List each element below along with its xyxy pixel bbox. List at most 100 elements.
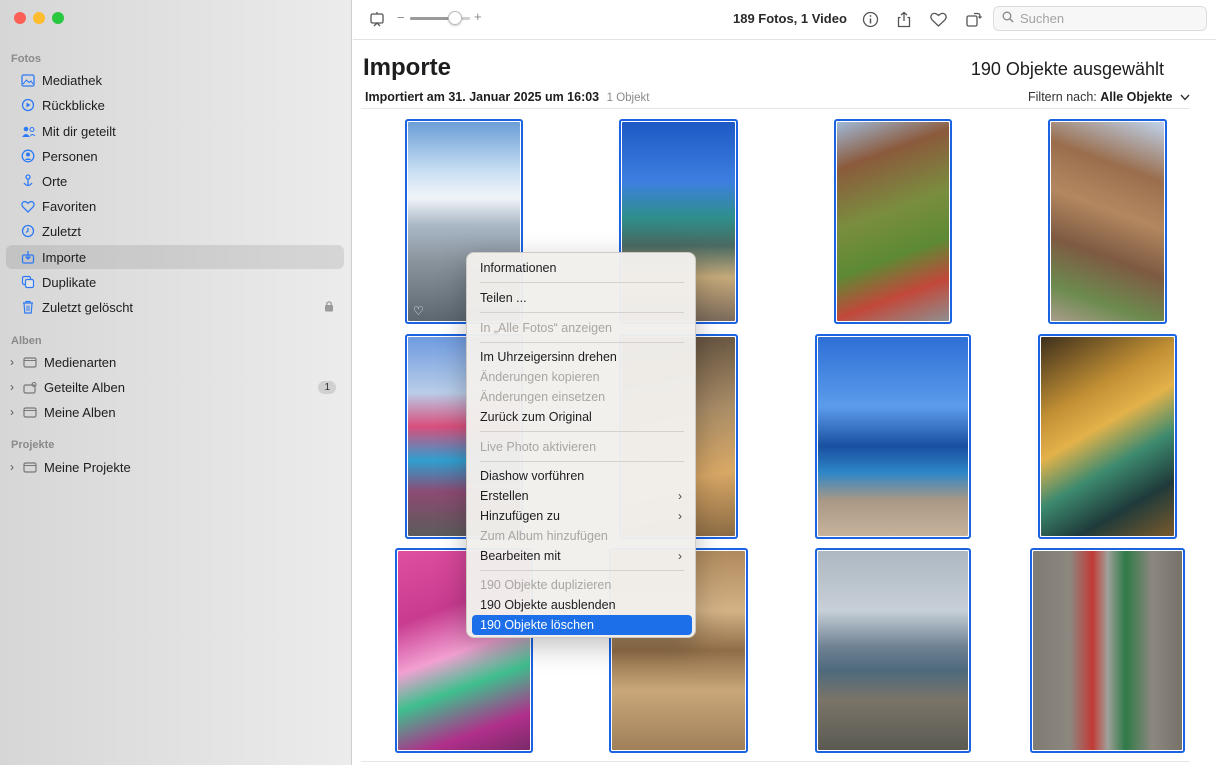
sidebar-item-zuletzt[interactable]: Zuletzt <box>6 219 344 243</box>
menu-item-diashow[interactable]: Diashow vorführen <box>472 466 692 486</box>
menu-item-zurueck-zum-original[interactable]: Zurück zum Original <box>472 407 692 427</box>
sidebar-section-projekte: Projekte <box>11 439 55 451</box>
sidebar-item-geteilte-alben[interactable]: › Geteilte Alben 1 <box>6 375 344 399</box>
favorite-heart-icon[interactable]: ♡ <box>413 304 424 318</box>
slideshow-icon[interactable] <box>367 9 387 29</box>
import-header: Importiert am 31. Januar 2025 um 16:03 1… <box>365 90 649 104</box>
menu-item-drehen[interactable]: Im Uhrzeigersinn drehen <box>472 347 692 367</box>
menu-item-label: Erstellen <box>480 489 529 503</box>
menu-item-zum-album-hinzufuegen: Zum Album hinzufügen <box>480 529 608 543</box>
menu-item-ausblenden[interactable]: 190 Objekte ausblenden <box>472 595 692 615</box>
sidebar-item-label: Mit dir geteilt <box>42 123 116 139</box>
sidebar-item-label: Zuletzt <box>42 223 82 239</box>
people-icon <box>20 148 36 164</box>
shared-with-you-icon <box>20 123 36 139</box>
menu-item-loeschen[interactable]: 190 Objekte löschen <box>472 615 692 635</box>
folder-icon <box>22 459 38 475</box>
share-icon[interactable] <box>894 9 914 29</box>
header-divider <box>361 108 1190 109</box>
selection-count: 190 Objekte ausgewählt <box>970 59 1164 79</box>
rotate-icon[interactable] <box>963 9 983 29</box>
menu-item-informationen[interactable]: Informationen <box>472 258 692 278</box>
photo-office-reflection <box>1041 337 1174 536</box>
sidebar-section-alben: Alben <box>11 335 42 347</box>
sidebar-item-label: Favoriten <box>42 198 97 214</box>
sidebar-item-zuletzt-geloescht[interactable]: Zuletzt gelöscht <box>6 295 344 319</box>
toolbar: − + 189 Fotos, 1 Video <box>353 0 1216 40</box>
menu-separator <box>480 431 684 432</box>
folder-icon <box>22 404 38 420</box>
photo-tile[interactable] <box>815 548 971 753</box>
photo-tile[interactable] <box>1038 334 1177 539</box>
menu-item-hinzufuegen-zu[interactable]: Hinzufügen zu › <box>472 506 692 526</box>
sidebar-item-label: Duplikate <box>42 274 97 290</box>
menu-separator <box>480 461 684 462</box>
filter-menu[interactable]: Filtern nach: Alle Objekte <box>1028 90 1190 104</box>
sidebar-item-mit-dir-geteilt[interactable]: Mit dir geteilt <box>6 119 344 143</box>
photo-harbor-town <box>818 551 968 750</box>
photo-tile[interactable] <box>815 334 971 539</box>
zoom-slider[interactable] <box>410 11 470 25</box>
duplicates-icon <box>20 274 36 290</box>
menu-item-label: Bearbeiten mit <box>480 549 561 563</box>
page-title: Importe <box>363 54 452 81</box>
menu-separator <box>480 342 684 343</box>
favorite-heart-icon[interactable] <box>928 9 948 29</box>
context-menu: Informationen Teilen ... In „Alle Fotos“… <box>466 252 696 638</box>
chevron-down-icon <box>1176 90 1190 104</box>
footer-divider <box>361 761 1190 762</box>
sidebar-item-label: Meine Projekte <box>44 459 131 475</box>
sidebar-item-rueckblicke[interactable]: Rückblicke <box>6 93 344 117</box>
zoom-window-button[interactable] <box>52 12 64 24</box>
search-input[interactable] <box>1020 11 1190 26</box>
photo-red-green-doors <box>1033 551 1182 750</box>
menu-item-teilen[interactable]: Teilen ... <box>472 288 692 308</box>
sidebar-item-duplikate[interactable]: Duplikate <box>6 270 344 294</box>
chevron-right-icon[interactable]: › <box>10 380 20 394</box>
photo-curved-facade <box>1051 122 1164 321</box>
sidebar-item-label: Importe <box>42 249 87 265</box>
menu-item-duplizieren: 190 Objekte duplizieren <box>480 578 612 592</box>
sidebar-item-label: Personen <box>42 148 98 164</box>
menu-item-bearbeiten-mit[interactable]: Bearbeiten mit › <box>472 546 692 566</box>
sidebar-item-medienarten[interactable]: › Medienarten <box>6 350 344 374</box>
search-icon <box>1002 11 1014 26</box>
import-title: Importiert am 31. Januar 2025 um 16:03 <box>365 90 600 104</box>
zoom-out-button[interactable]: − <box>397 10 405 25</box>
photo-tile[interactable] <box>1048 119 1167 324</box>
menu-separator <box>480 282 684 283</box>
sidebar-item-importe[interactable]: Importe <box>6 245 344 269</box>
sidebar-item-mediathek[interactable]: Mediathek <box>6 68 344 92</box>
sidebar-item-favoriten[interactable]: Favoriten <box>6 194 344 218</box>
chevron-right-icon[interactable]: › <box>10 355 20 369</box>
sidebar-item-label: Meine Alben <box>44 404 116 420</box>
sidebar-item-meine-alben[interactable]: › Meine Alben <box>6 400 344 424</box>
sidebar-item-personen[interactable]: Personen <box>6 144 344 168</box>
sidebar-item-label: Geteilte Alben <box>44 379 125 395</box>
chevron-right-icon[interactable]: › <box>10 405 20 419</box>
menu-item-aenderungen-einsetzen: Änderungen einsetzen <box>480 390 606 404</box>
menu-item-erstellen[interactable]: Erstellen › <box>472 486 692 506</box>
close-window-button[interactable] <box>14 12 26 24</box>
import-icon <box>20 249 36 265</box>
sidebar-item-label: Rückblicke <box>42 97 105 113</box>
photo-tile[interactable] <box>1030 548 1185 753</box>
zoom-in-button[interactable]: + <box>474 9 482 24</box>
filter-value: Alle Objekte <box>1100 90 1173 104</box>
minimize-window-button[interactable] <box>33 12 45 24</box>
filter-label: Filtern nach: <box>1028 90 1097 104</box>
window-controls <box>14 12 64 24</box>
chevron-right-icon[interactable]: › <box>10 460 20 474</box>
library-count: 189 Fotos, 1 Video <box>733 11 847 26</box>
zoom-slider-knob[interactable] <box>448 11 462 25</box>
sidebar-item-orte[interactable]: Orte <box>6 169 344 193</box>
sidebar-item-meine-projekte[interactable]: › Meine Projekte <box>6 455 344 479</box>
menu-item-live-photo-aktivieren: Live Photo aktivieren <box>480 440 597 454</box>
photo-ivy-building <box>837 122 949 321</box>
search-field[interactable] <box>993 6 1207 31</box>
sidebar-item-label: Zuletzt gelöscht <box>42 299 134 315</box>
photo-tile[interactable] <box>834 119 952 324</box>
memories-icon <box>20 97 36 113</box>
info-icon[interactable] <box>860 9 880 29</box>
sidebar-item-label: Orte <box>42 173 68 189</box>
